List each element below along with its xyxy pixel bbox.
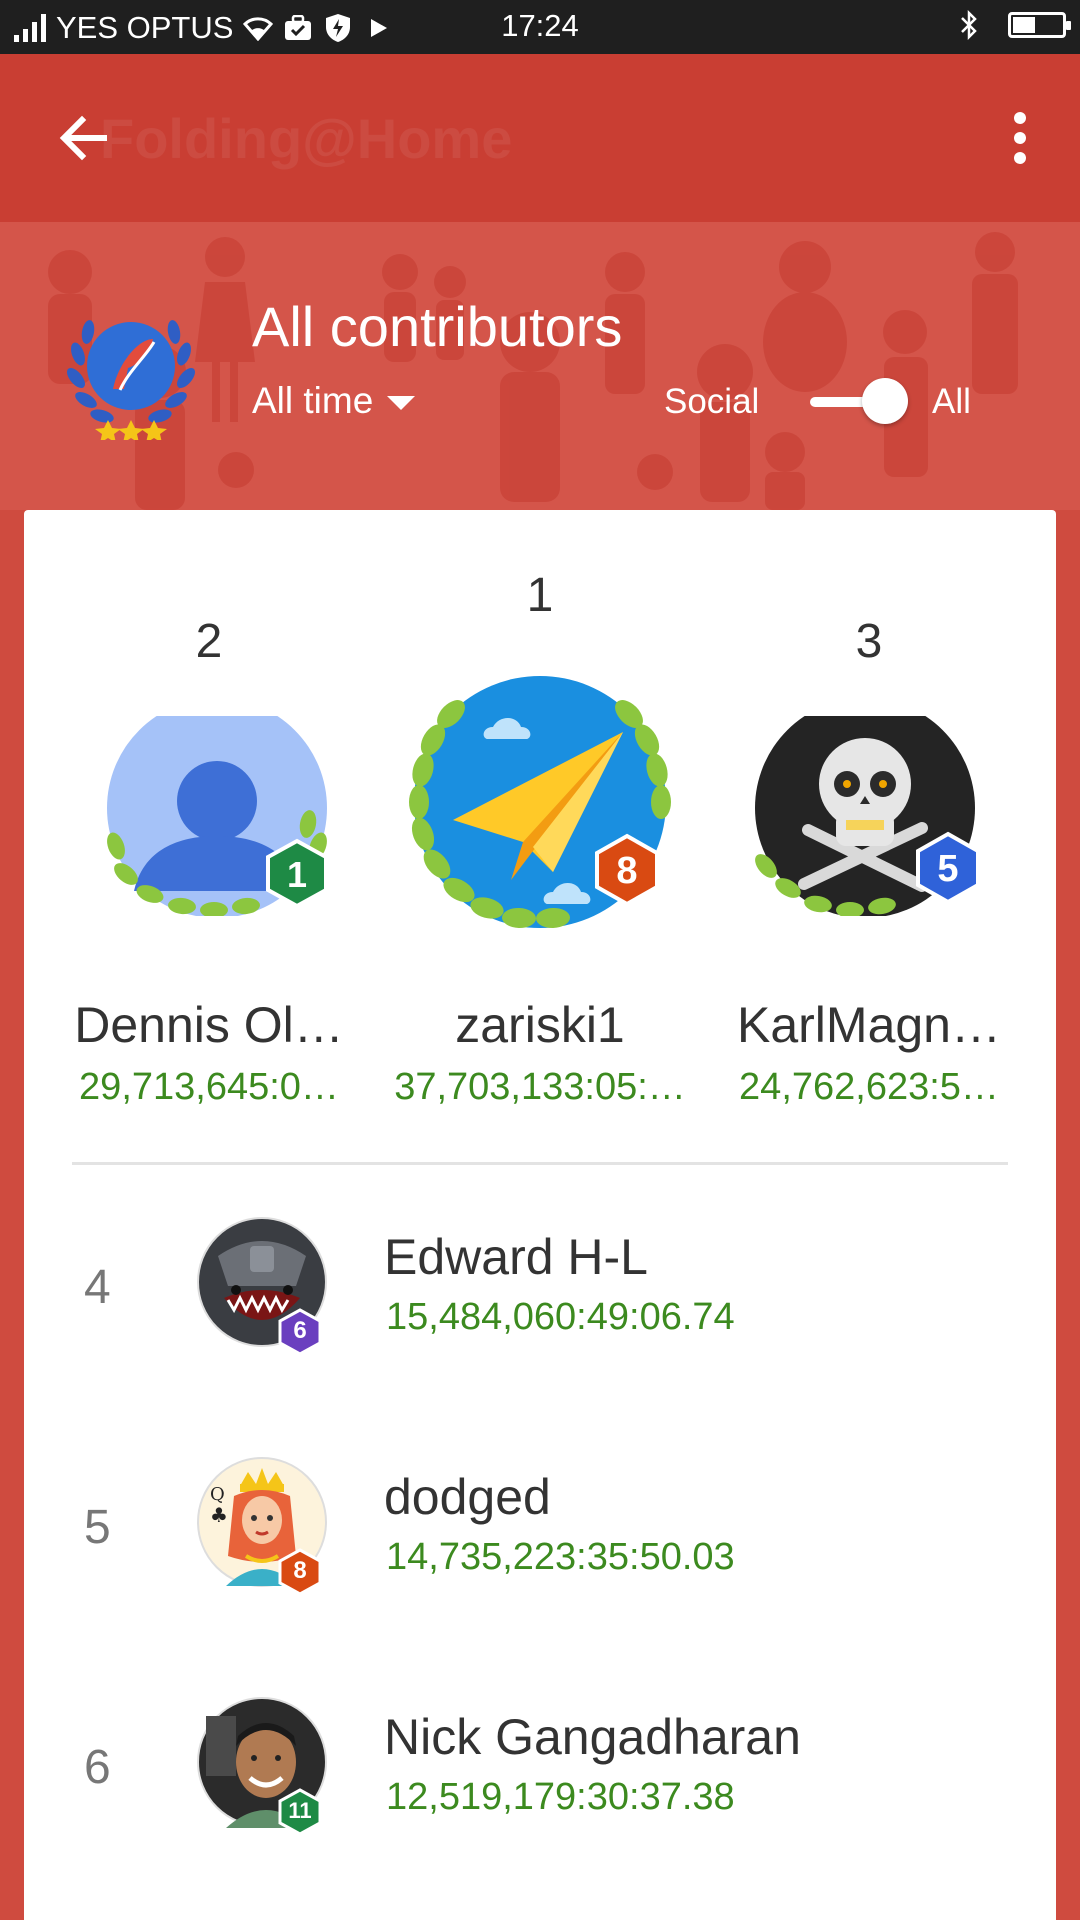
time-period-label: All time (252, 380, 374, 421)
contributors-logo-icon (58, 294, 204, 443)
queen-card-avatar-icon: Q ♣ 8 (196, 1456, 336, 1596)
podium-name: Dennis Ol… (74, 997, 344, 1053)
app-bar: Folding@Home (0, 54, 1080, 222)
app-title: Folding@Home (100, 107, 513, 170)
row-score: 14,735,223:35:50.03 (386, 1536, 735, 1578)
podium-entry-1[interactable]: 1 8 zariski1 37,703,133:05:… (385, 510, 695, 1130)
bluetooth-icon (954, 10, 984, 40)
clock: 17:24 (501, 8, 579, 43)
row-score: 15,484,060:49:06.74 (386, 1296, 735, 1338)
row-rank: 4 (84, 1261, 111, 1314)
podium-score: 37,703,133:05:… (394, 1066, 686, 1108)
level-badge: 8 (293, 1557, 307, 1584)
podium: 2 1 Dennis Ol… 29,713,645:0… 1 8 zariski… (24, 510, 1056, 1130)
level-badge: 1 (286, 854, 308, 895)
user-photo-avatar: 11 (196, 1696, 336, 1836)
podium-rank: 3 (855, 615, 883, 668)
podium-rank: 2 (195, 615, 223, 668)
battery-icon (1008, 12, 1071, 38)
podium-name: KarlMagn… (737, 997, 1001, 1053)
podium-score: 24,762,623:5… (739, 1066, 999, 1108)
arrow-back-icon[interactable] (54, 108, 114, 168)
divider (72, 1162, 1008, 1165)
time-period-dropdown[interactable]: All time (252, 380, 416, 422)
svg-text:♣: ♣ (210, 1503, 228, 1527)
podium-rank: 1 (526, 569, 554, 622)
podium-entry-3[interactable]: 3 5 KarlMagn… 24,762,623:5… (724, 510, 1014, 1130)
level-badge: 5 (937, 848, 959, 890)
row-rank: 5 (84, 1501, 111, 1554)
leaderboard-card: 2 1 Dennis Ol… 29,713,645:0… 1 8 zariski… (24, 510, 1056, 1920)
level-badge: 8 (616, 850, 638, 892)
podium-entry-2[interactable]: 2 1 Dennis Ol… 29,713,645:0… (64, 510, 354, 1130)
level-badge: 6 (293, 1317, 307, 1344)
row-rank: 6 (84, 1741, 111, 1794)
more-vert-icon[interactable] (1010, 112, 1030, 164)
status-bar: YES OPTUS 17:24 (0, 0, 1080, 54)
podium-score: 29,713,645:0… (79, 1066, 339, 1108)
leaderboard-row[interactable]: 4 6 Edward H-L 15,484,060:49:06.74 (24, 1208, 1056, 1368)
social-all-toggle[interactable] (810, 378, 908, 424)
svg-text:Q: Q (210, 1484, 225, 1505)
leaderboard-header: All contributors All time Social All (0, 222, 1080, 510)
toggle-social-label[interactable]: Social (664, 382, 759, 422)
shark-jet-avatar-icon: 6 (196, 1216, 336, 1356)
leaderboard-row[interactable]: 6 11 Nick Gangadharan 12,519,179:30:37.3… (24, 1688, 1056, 1848)
default-person-avatar-icon: 1 (104, 698, 334, 918)
page-title: All contributors (252, 295, 623, 358)
podium-name: zariski1 (455, 997, 625, 1053)
level-badge: 11 (288, 1798, 312, 1823)
row-name: Edward H-L (384, 1229, 648, 1285)
paper-plane-avatar-icon: 8 (403, 672, 677, 972)
row-name: dodged (384, 1469, 551, 1525)
dropdown-caret-icon (387, 396, 416, 410)
row-score: 12,519,179:30:37.38 (386, 1776, 735, 1818)
toggle-all-label[interactable]: All (932, 382, 971, 422)
leaderboard-row[interactable]: 5 Q ♣ 8 dodged 14,735,223:35:50.03 (24, 1448, 1056, 1608)
skull-avatar-icon: 5 (752, 698, 986, 918)
row-name: Nick Gangadharan (384, 1709, 801, 1765)
